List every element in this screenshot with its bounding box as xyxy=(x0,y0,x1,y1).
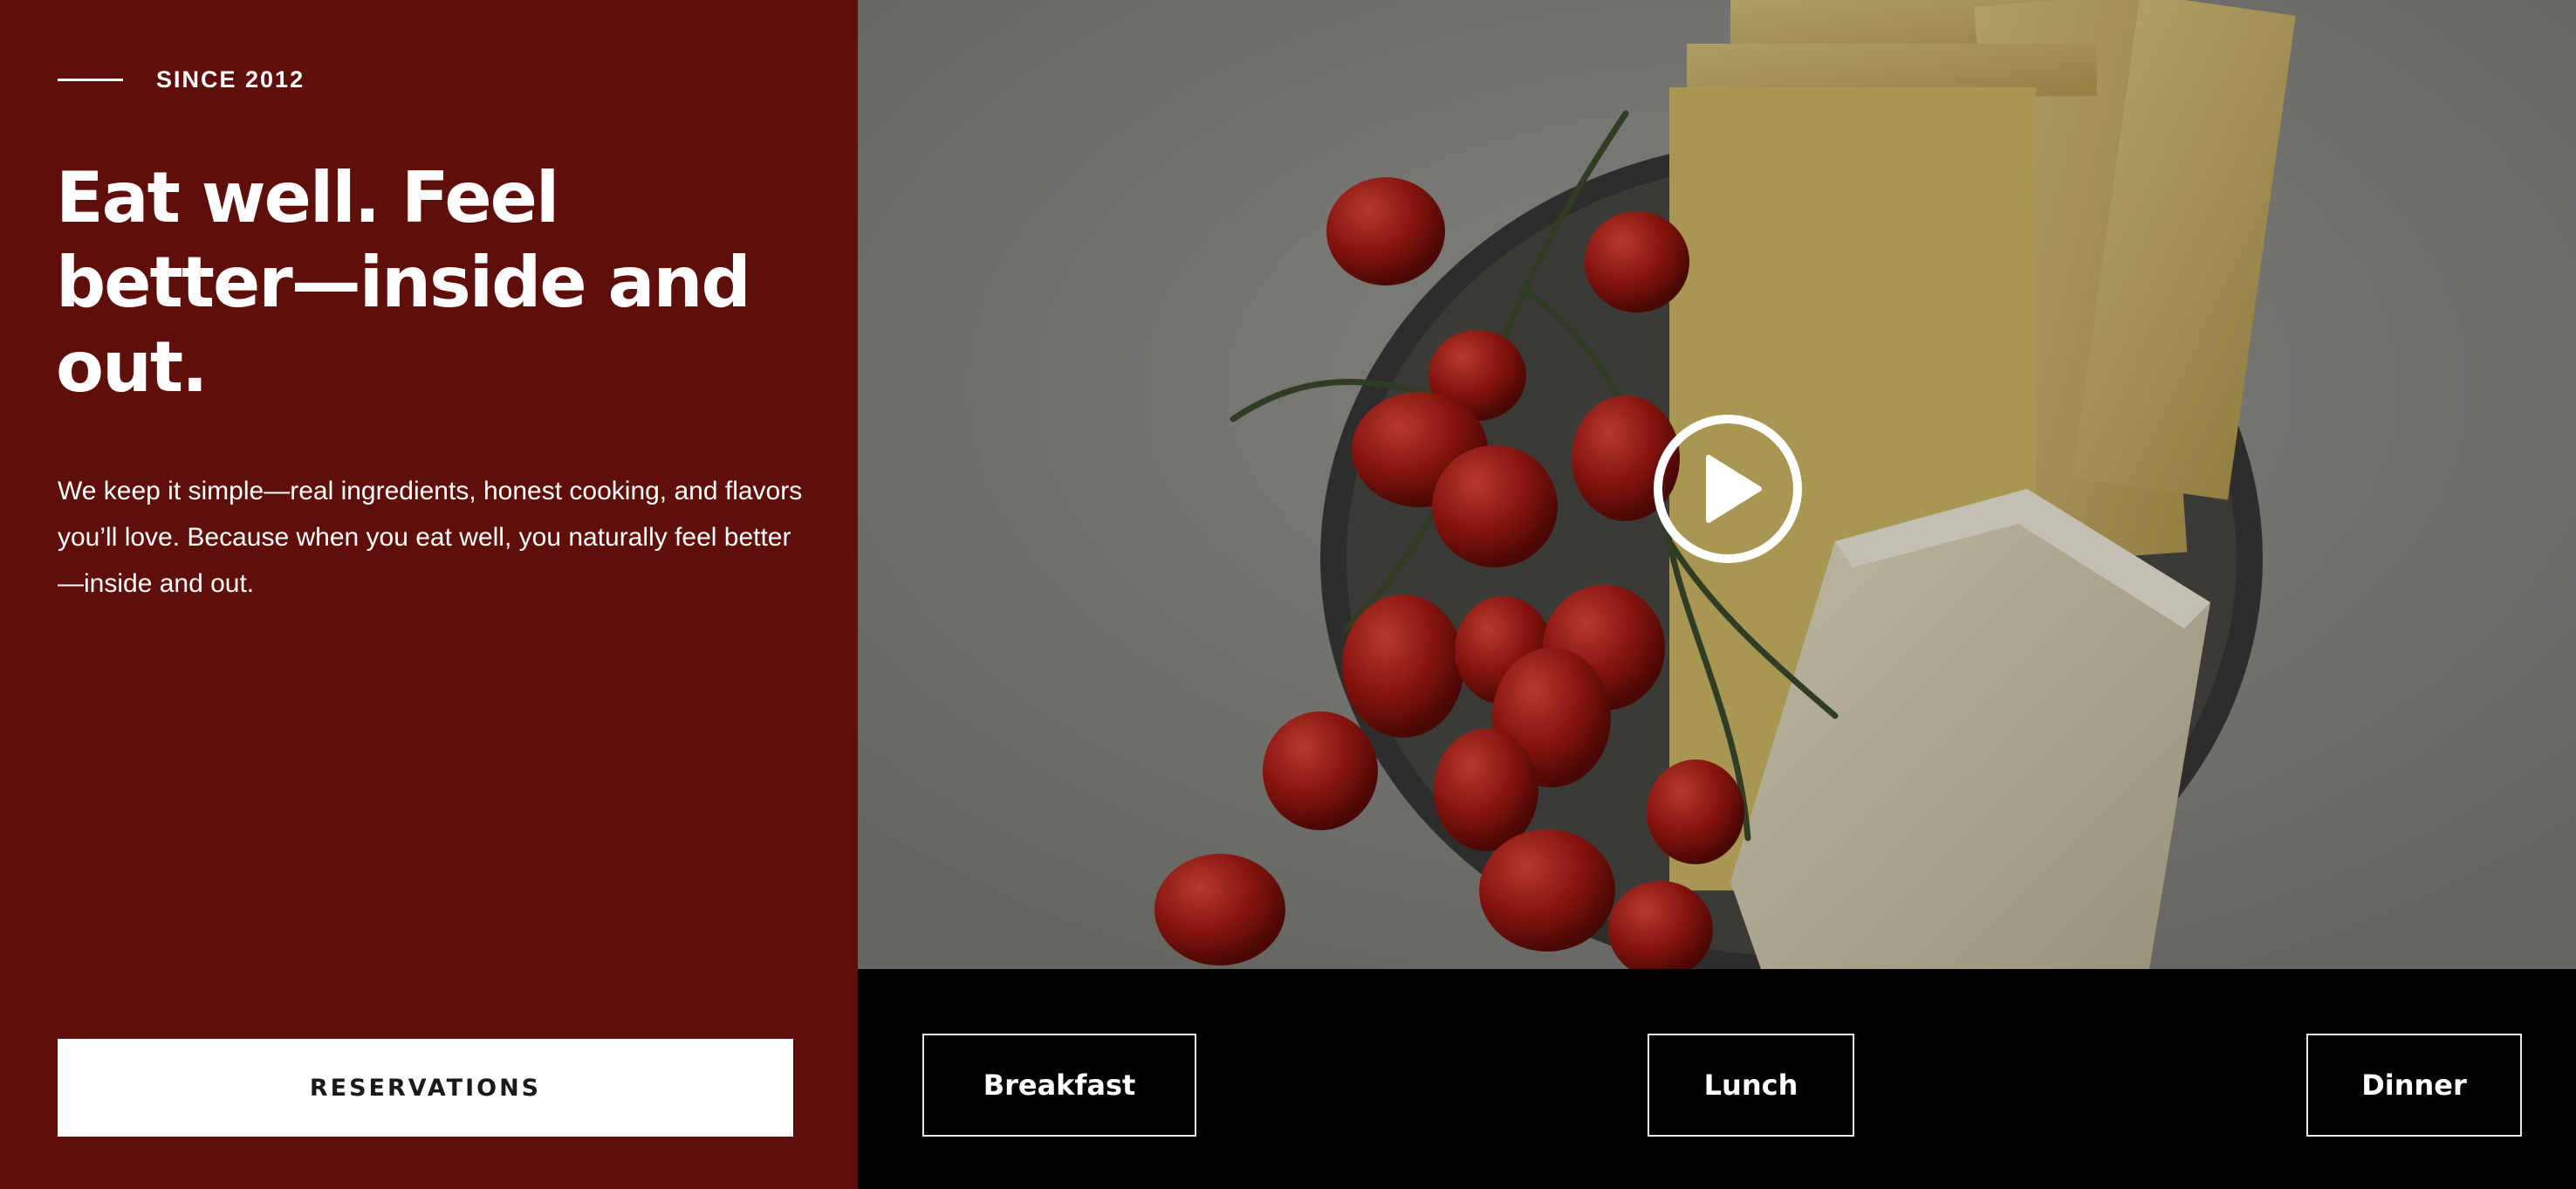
lunch-button[interactable]: Lunch xyxy=(1648,1034,1854,1137)
play-icon xyxy=(1706,455,1762,523)
hero-panel: SINCE 2012 Eat well. Feel better—inside … xyxy=(0,0,858,1189)
breakfast-label: Breakfast xyxy=(983,1069,1136,1102)
dinner-label: Dinner xyxy=(2361,1069,2467,1102)
since-eyebrow: SINCE 2012 xyxy=(58,66,305,93)
play-video-button[interactable] xyxy=(1654,415,1802,563)
meal-menu-bar: Breakfast Lunch Dinner xyxy=(858,969,2576,1189)
breakfast-button[interactable]: Breakfast xyxy=(922,1034,1196,1137)
dinner-button[interactable]: Dinner xyxy=(2306,1034,2522,1137)
reservations-label: RESERVATIONS xyxy=(309,1074,542,1102)
reservations-button[interactable]: RESERVATIONS xyxy=(58,1039,793,1137)
hero-description: We keep it simple—real ingredients, hone… xyxy=(58,477,803,598)
eyebrow-line xyxy=(58,79,123,81)
since-label: SINCE 2012 xyxy=(156,66,305,93)
hero-headline: Eat well. Feel better—inside and out. xyxy=(56,157,751,408)
lunch-label: Lunch xyxy=(1703,1069,1798,1102)
